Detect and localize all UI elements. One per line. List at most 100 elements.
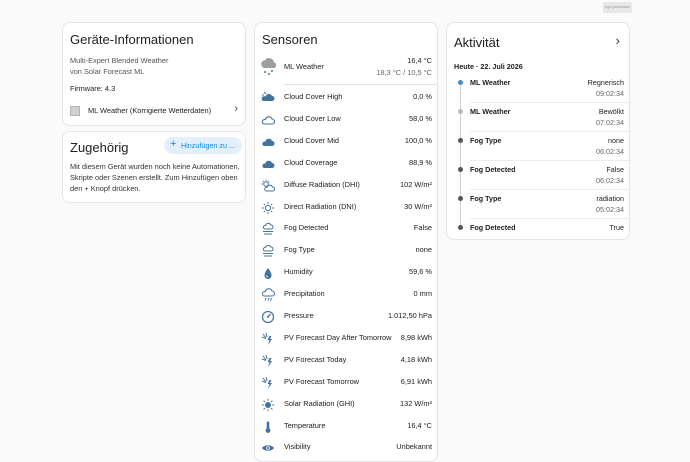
activity-state: none (608, 136, 624, 145)
sensor-name: Cloud Cover Low (284, 113, 341, 123)
activity-entity-name: Fog Type (470, 194, 502, 203)
timeline-dot (458, 225, 463, 230)
activity-card: Aktivität › Heute · 22. Juli 2026 ML Wea… (446, 22, 631, 240)
thermometer-icon (265, 421, 271, 433)
add-to-button-label: Hinzufügen zu ... (181, 141, 235, 150)
cloud-icon (262, 160, 275, 168)
timeline-dot (458, 138, 463, 143)
activity-entry[interactable]: Fog Detected False 06:02:34 (447, 164, 631, 201)
sensor-value: 0,0 % (413, 92, 432, 101)
sensor-row[interactable]: PV Forecast Tomorrow 6,91 kWh (255, 372, 439, 394)
activity-state: Bewölkt (598, 107, 624, 116)
sensor-row[interactable]: Direct Radiation (DNI) 30 W/m² (255, 197, 439, 219)
activity-entry[interactable]: Fog Detected True (447, 222, 631, 251)
activity-time: 06:02:34 (596, 176, 624, 185)
sensor-name: Direct Radiation (DNI) (284, 201, 357, 211)
device-info-card: Geräte-Informationen Multi-Expert Blende… (62, 22, 246, 126)
sensor-name: Pressure (284, 311, 314, 320)
sensor-value: 100,0 % (404, 135, 432, 145)
solar-power-icon (261, 376, 272, 389)
sensor-name: Fog Detected (284, 223, 329, 233)
sensor-row[interactable]: Fog Type none (255, 240, 439, 262)
sensor-row[interactable]: Diffuse Radiation (DHI) 102 W/m² (255, 175, 439, 197)
add-to-button[interactable]: + Hinzufügen zu ... (164, 137, 242, 154)
fog-icon (262, 223, 274, 235)
timeline-dot (458, 167, 463, 172)
sensor-name: Precipitation (284, 289, 325, 299)
chevron-right-icon: › (234, 103, 238, 115)
activity-entry[interactable]: Fog Type radiation 05:02:34 (447, 193, 631, 230)
primary-sensor-range: 18,3 °C / 10,5 °C (376, 68, 432, 77)
device-info-title: Geräte-Informationen (70, 32, 194, 47)
sensor-value: 88,9 % (408, 157, 432, 167)
sensor-name: PV Forecast Today (284, 354, 347, 364)
sensor-name: Temperature (284, 420, 326, 430)
activity-entity-name: ML Weather (470, 107, 511, 116)
activity-entry[interactable]: ML Weather Bewölkt 07:02:34 (447, 106, 631, 143)
sensor-row[interactable]: Cloud Cover Low 58,0 % (255, 109, 439, 131)
sensor-name: Diffuse Radiation (DHI) (284, 179, 360, 189)
device-image-icon (70, 106, 80, 116)
solar-power-icon (261, 354, 272, 367)
fog-icon (262, 245, 274, 257)
sensor-name: Humidity (284, 267, 313, 277)
primary-sensor-row[interactable]: ML Weather 16,4 °C 18,3 °C / 10,5 °C (255, 53, 439, 83)
activity-state: Regnerisch (587, 78, 624, 87)
activity-time: 05:02:34 (596, 205, 624, 214)
primary-sensor-name: ML Weather (284, 62, 324, 71)
sensor-value: 1.012,50 hPa (388, 311, 432, 320)
primary-sensor-value: 16,4 °C (407, 56, 432, 65)
sun-outline-icon (262, 201, 274, 214)
sensor-row[interactable]: Cloud Coverage 88,9 % (255, 153, 439, 175)
timeline-dot (458, 80, 463, 85)
activity-time: 07:02:34 (596, 118, 624, 127)
sensor-row[interactable]: Temperature 16,4 °C (255, 416, 439, 438)
sensor-name: Fog Type (284, 245, 315, 255)
activity-entry[interactable]: ML Weather Regnerisch 09:02:34 (447, 77, 631, 114)
sensor-row[interactable]: Cloud Cover High 0,0 % (255, 87, 439, 109)
activity-state: False (606, 165, 624, 174)
sun-icon (261, 398, 275, 411)
activity-date: Heute · 22. Juli 2026 (454, 62, 523, 71)
activity-entity-name: Fog Detected (470, 223, 516, 232)
sensor-row[interactable]: Solar Radiation (GHI) 132 W/m² (255, 394, 439, 416)
sensor-value: 4,18 kWh (400, 354, 432, 364)
sensor-row[interactable]: Cloud Cover Mid 100,0 % (255, 131, 439, 153)
sensor-value: False (413, 223, 432, 233)
activity-time: 06:02:34 (596, 147, 624, 156)
activity-entry[interactable]: Fog Type none 06:02:34 (447, 135, 631, 172)
chevron-right-icon[interactable]: › (616, 33, 620, 48)
device-link-row[interactable]: ML Weather (Korrigierte Wetterdaten) › (63, 102, 245, 122)
timeline-dot (458, 196, 463, 201)
cloud-outline-icon (261, 116, 275, 125)
sensor-value: 102 W/m² (399, 179, 432, 189)
sensor-name: Cloud Coverage (284, 157, 338, 167)
divider (284, 84, 437, 85)
device-link-label: ML Weather (Korrigierte Wetterdaten) (88, 106, 212, 115)
sensor-value: 16,4 °C (407, 420, 432, 430)
divider (470, 218, 631, 219)
sensor-row[interactable]: Precipitation 0 mm (255, 284, 439, 306)
gauge-icon (261, 310, 275, 324)
sensor-row[interactable]: Visibility Unbekannt (255, 437, 439, 459)
activity-state: radiation (596, 194, 624, 203)
sensor-row[interactable]: PV Forecast Today 4,18 kWh (255, 350, 439, 372)
sensor-value: Unbekannt (396, 442, 432, 452)
sun-cloud-icon (261, 179, 275, 192)
sensors-title: Sensoren (262, 32, 318, 47)
sensor-value: 59,6 % (408, 267, 432, 277)
activity-entity-name: ML Weather (470, 78, 511, 87)
sensor-name: PV Forecast Day After Tomorrow (284, 332, 392, 342)
sensor-row[interactable]: Humidity 59,6 % (255, 262, 439, 284)
sensor-value: none (415, 245, 432, 255)
sensor-row[interactable]: PV Forecast Day After Tomorrow 8,98 kWh (255, 328, 439, 350)
divider (470, 189, 631, 190)
sensor-row[interactable]: Fog Detected False (255, 218, 439, 240)
related-title: Zugehörig (70, 140, 129, 155)
activity-state: True (609, 223, 624, 232)
timeline-dot (458, 109, 463, 114)
sensor-row[interactable]: Pressure 1.012,50 hPa (255, 306, 439, 328)
sensor-name: Cloud Cover High (284, 92, 343, 101)
divider (470, 102, 631, 103)
sensor-value: 0 mm (413, 289, 432, 299)
